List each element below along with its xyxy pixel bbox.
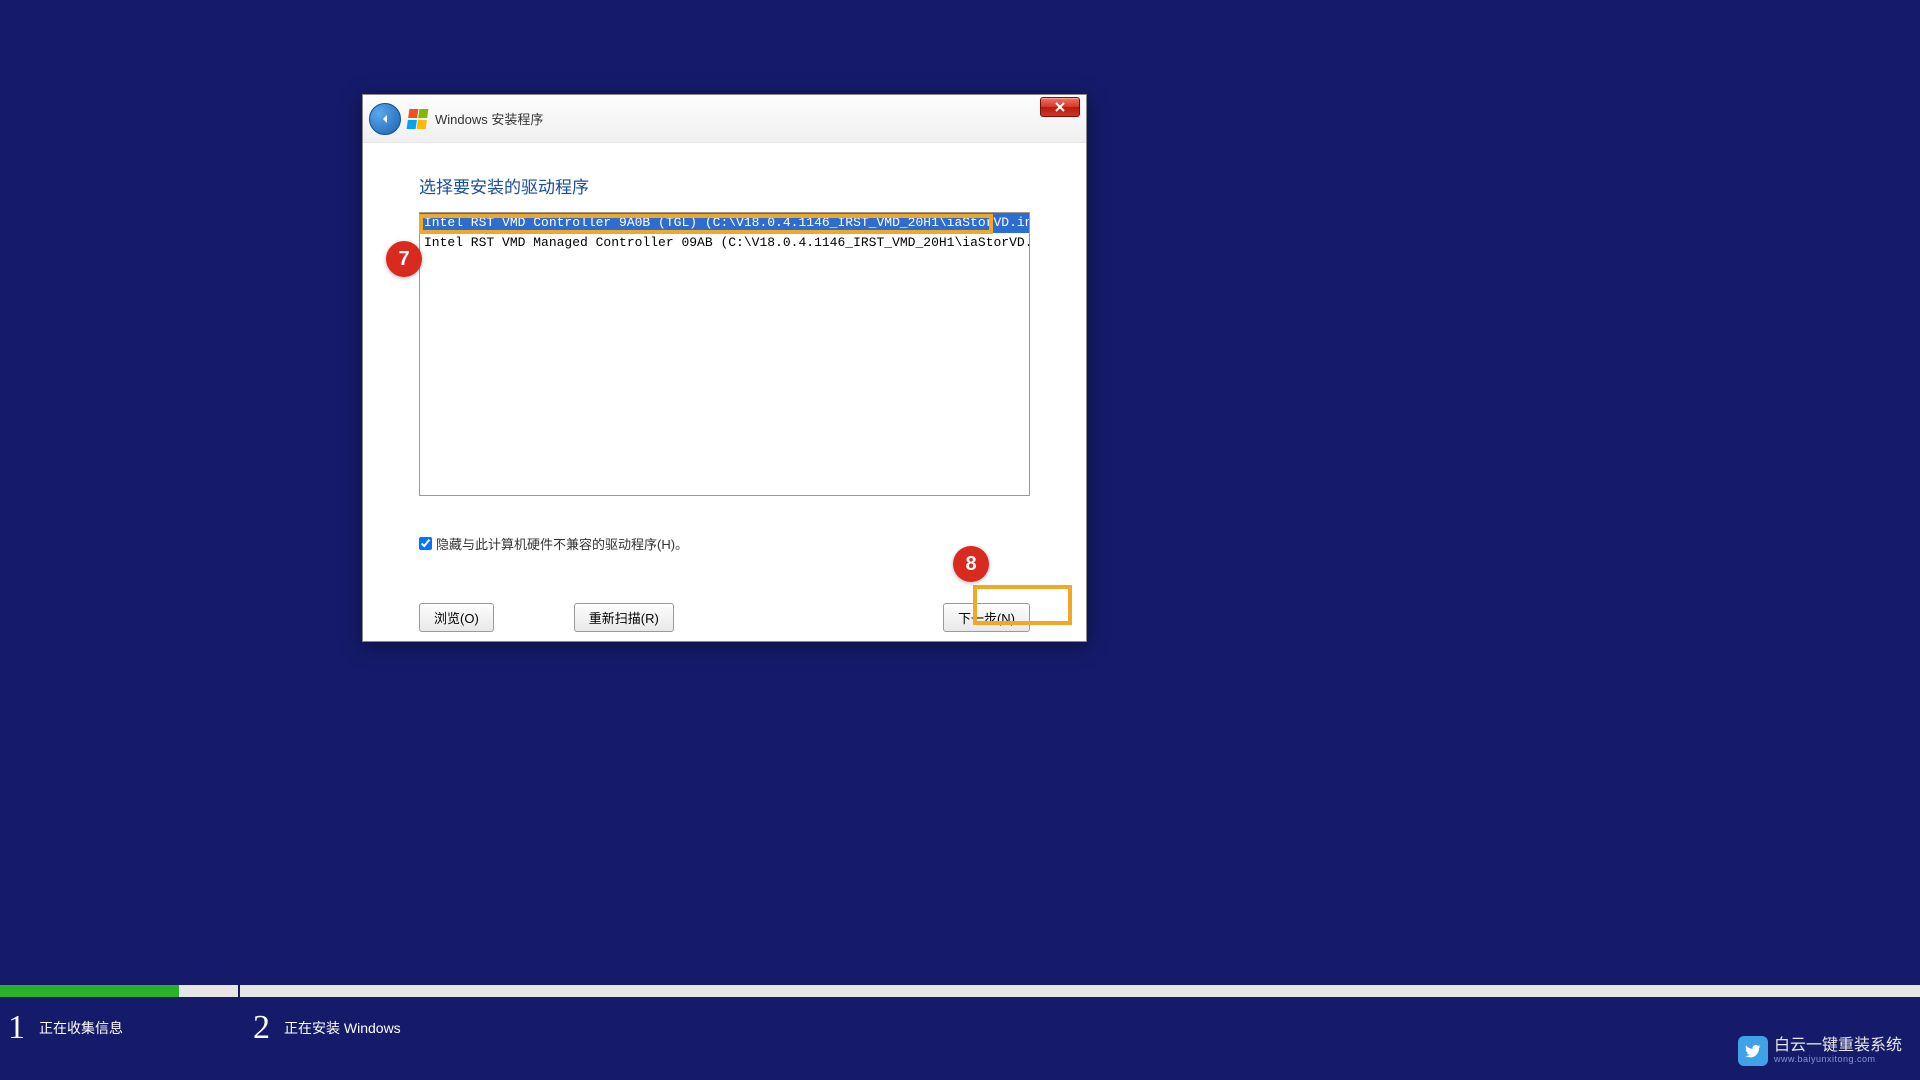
hide-incompatible-row[interactable]: 隐藏与此计算机硬件不兼容的驱动程序(H)。 <box>419 534 1030 553</box>
driver-listbox[interactable]: Intel RST VMD Controller 9A0B (TGL) (C:\… <box>419 212 1030 496</box>
close-button[interactable] <box>1040 97 1080 117</box>
annotation-badge-7: 7 <box>386 241 422 277</box>
next-button[interactable]: 下一步(N) <box>943 603 1030 632</box>
progress-area: 1 正在收集信息 2 正在安装 Windows <box>0 985 1920 1080</box>
progress-bar-fill <box>0 985 179 997</box>
annotation-badge-8: 8 <box>953 546 989 582</box>
browse-button[interactable]: 浏览(O) <box>419 603 494 632</box>
back-button[interactable] <box>369 103 401 135</box>
watermark-text: 白云一键重装系统 www.baiyunxitong.com <box>1774 1038 1902 1064</box>
titlebar: Windows 安装程序 <box>363 95 1086 143</box>
hide-incompatible-label: 隐藏与此计算机硬件不兼容的驱动程序(H)。 <box>436 534 688 553</box>
step-1: 1 正在收集信息 <box>8 1011 123 1045</box>
button-row: 浏览(O) 重新扫描(R) 下一步(N) <box>419 603 1030 632</box>
step-1-label: 正在收集信息 <box>39 1018 123 1038</box>
step-2: 2 正在安装 Windows <box>253 1011 401 1045</box>
step-2-number: 2 <box>253 1011 270 1045</box>
watermark-main: 白云一键重装系统 <box>1774 1038 1902 1054</box>
rescan-button[interactable]: 重新扫描(R) <box>574 603 674 632</box>
back-arrow-icon <box>377 111 393 127</box>
window-title: Windows 安装程序 <box>435 109 543 128</box>
close-icon <box>1054 102 1066 112</box>
step-1-number: 1 <box>8 1011 25 1045</box>
watermark: 白云一键重装系统 www.baiyunxitong.com <box>1738 1036 1902 1066</box>
driver-row[interactable]: Intel RST VMD Managed Controller 09AB (C… <box>420 233 1029 253</box>
hide-incompatible-checkbox[interactable] <box>419 537 432 550</box>
progress-segment-divider <box>238 985 240 997</box>
windows-flag-icon <box>405 108 430 130</box>
step-2-label: 正在安装 Windows <box>284 1018 401 1038</box>
watermark-bird-icon <box>1738 1036 1768 1066</box>
watermark-sub: www.baiyunxitong.com <box>1774 1054 1902 1064</box>
page-heading: 选择要安装的驱动程序 <box>419 173 1030 198</box>
progress-bar-bg <box>0 985 1920 997</box>
driver-row-selected[interactable]: Intel RST VMD Controller 9A0B (TGL) (C:\… <box>420 213 1029 233</box>
